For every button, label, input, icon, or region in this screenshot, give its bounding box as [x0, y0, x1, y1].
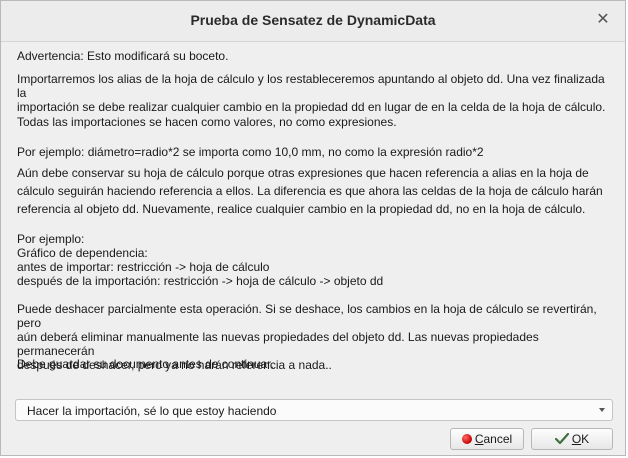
keep-spreadsheet-text: Aún debe conservar su hoja de cálculo po… — [17, 166, 603, 216]
ok-button[interactable]: OK — [531, 428, 613, 450]
dropdown-arrow-icon — [599, 408, 605, 412]
ok-mnemonic: O — [571, 432, 582, 446]
warning-text: Advertencia: Esto modificará su boceto. — [17, 49, 229, 63]
dialog-window: Prueba de Sensatez de DynamicData ✕ Adve… — [0, 0, 626, 456]
example-1-text: Por ejemplo: diámetro=radio*2 se importa… — [17, 145, 484, 159]
save-info-text: Debe guardar su documento antes de conti… — [17, 357, 274, 371]
dialog-title: Prueba de Sensatez de DynamicData — [190, 12, 436, 28]
values-info-text: Todas las importaciones se hacen como va… — [17, 115, 397, 129]
close-icon[interactable]: ✕ — [593, 10, 613, 30]
stop-icon — [461, 434, 472, 444]
action-dropdown[interactable]: Hacer la importación, sé lo que estoy ha… — [15, 399, 613, 421]
import-info-text: Importarremos los alias de la hoja de cá… — [17, 72, 606, 114]
title-bar: Prueba de Sensatez de DynamicData ✕ — [1, 1, 625, 42]
check-icon — [554, 433, 569, 445]
cancel-button[interactable]: Cancel — [450, 428, 524, 450]
dropdown-selected-value: Hacer la importación, sé lo que estoy ha… — [27, 404, 277, 418]
example-2-text: Por ejemplo: Gráfico de dependencia: ant… — [17, 232, 384, 288]
cancel-label: ancel — [483, 432, 513, 446]
ok-label: K — [581, 432, 590, 446]
